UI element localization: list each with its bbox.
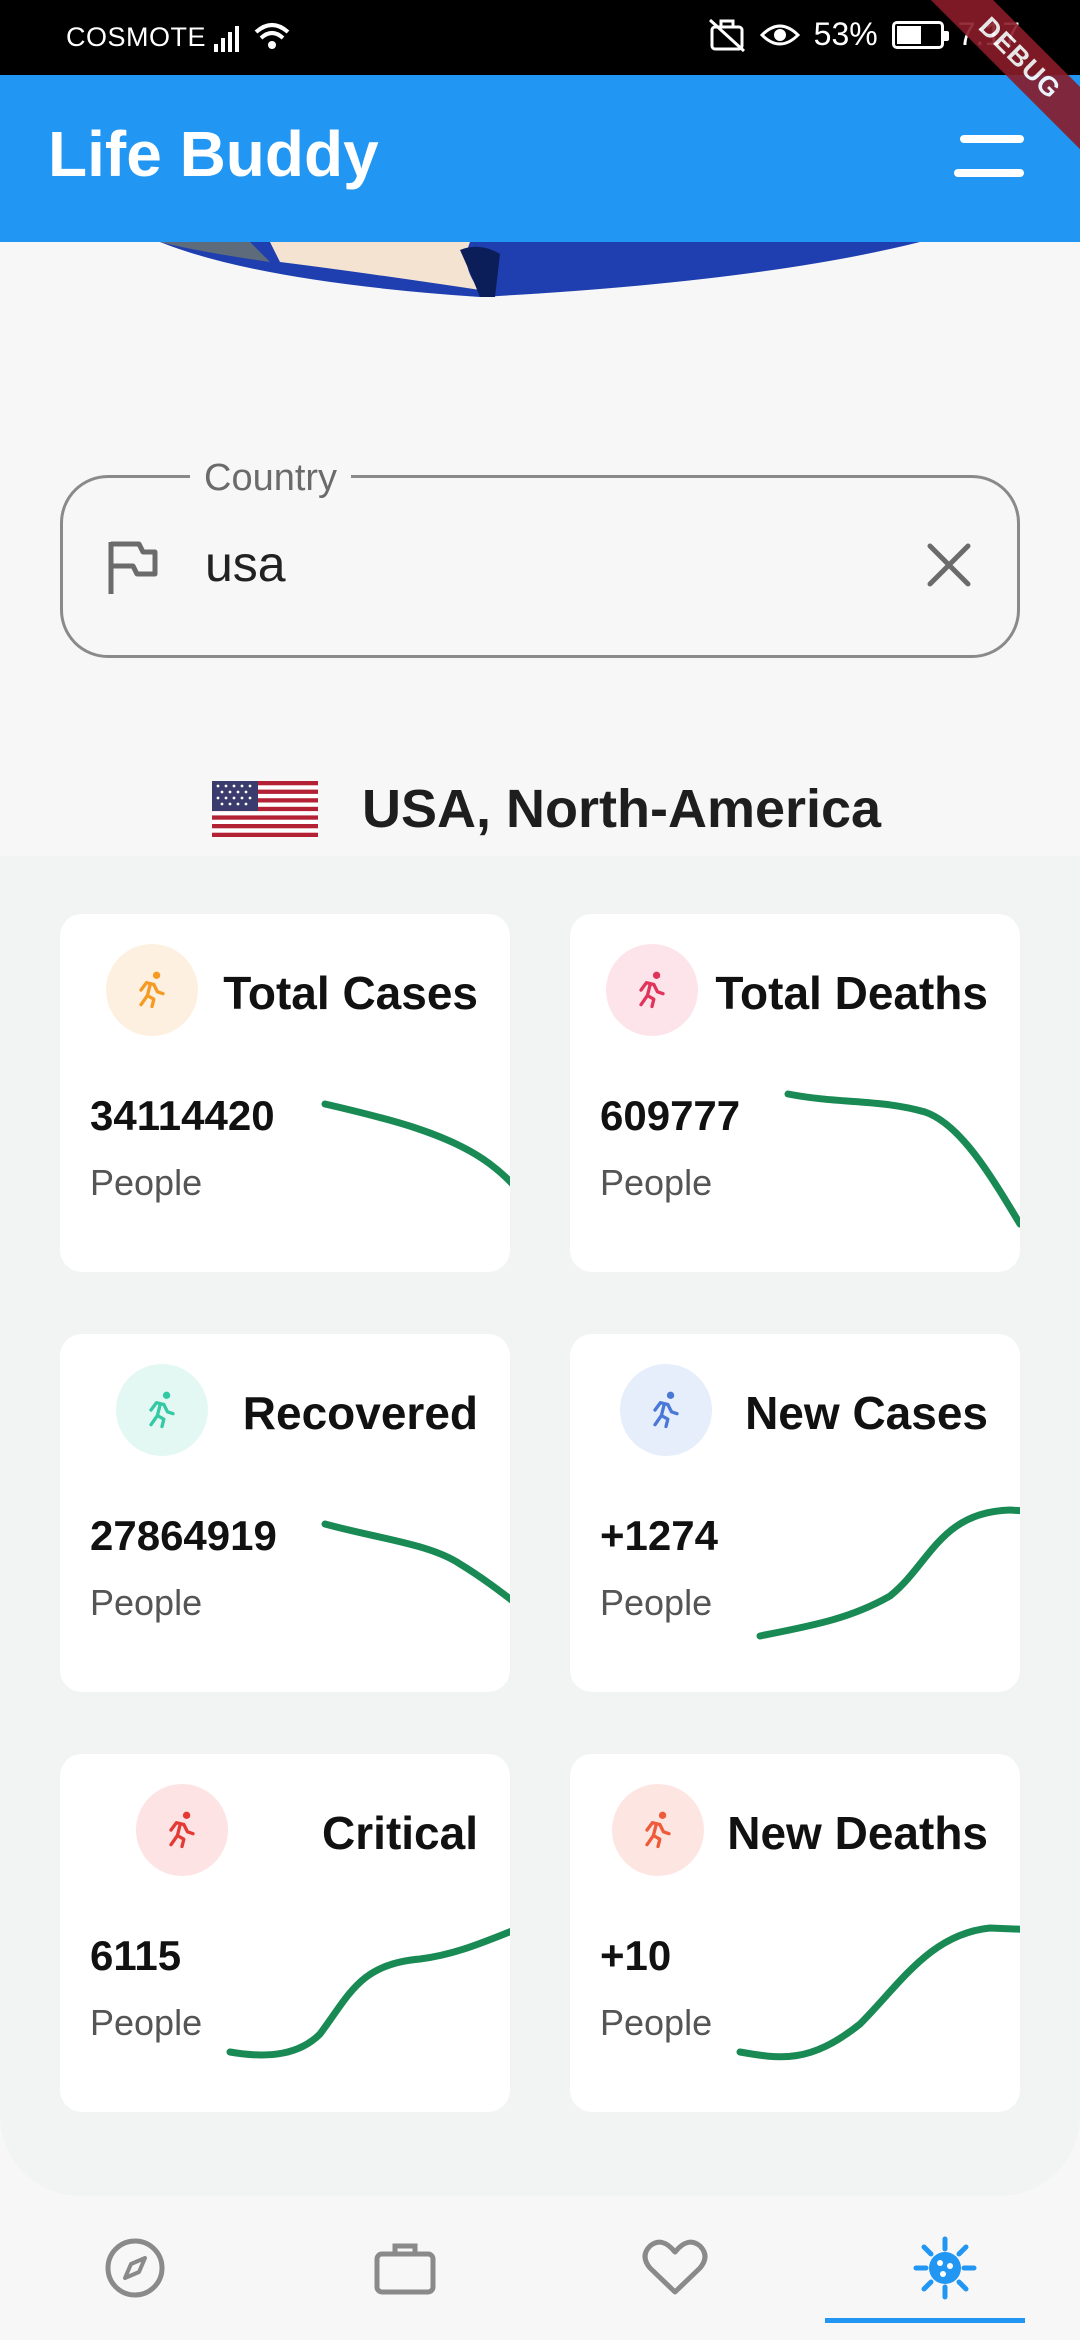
- eye-icon: [759, 24, 800, 45]
- stat-card[interactable]: Critical 6115 People: [60, 1754, 510, 2112]
- battery-icon: [891, 20, 949, 49]
- hero-illustration: [160, 242, 920, 297]
- stat-card[interactable]: New Deaths +10 People: [570, 1754, 1020, 2112]
- heart-icon: [642, 2239, 708, 2295]
- carrier-name: COSMOTE: [66, 22, 207, 52]
- stat-card[interactable]: Total Cases 34114420 People: [60, 914, 510, 1272]
- stat-card[interactable]: New Cases +1274 People: [570, 1334, 1020, 1692]
- app-bar: Life Buddy: [0, 75, 1080, 242]
- nav-explore[interactable]: [0, 2196, 270, 2340]
- trend-sparkline: [321, 1100, 510, 1187]
- country-input[interactable]: usa: [205, 535, 286, 593]
- flag-icon: [108, 541, 158, 594]
- app-title: Life Buddy: [48, 118, 379, 190]
- country-field[interactable]: [60, 475, 1020, 658]
- country-heading: USA, North-America: [212, 778, 881, 840]
- country-name: USA, North-America: [362, 779, 882, 839]
- us-flag-icon: [212, 781, 318, 837]
- briefcase-icon: [374, 2243, 436, 2295]
- country-field-label: Country: [190, 457, 352, 500]
- stats-panel: Total Cases 34114420 People Total Deaths 609…: [0, 856, 1080, 2196]
- trend-sparkline: [321, 1520, 510, 1604]
- trend-sparkline: [736, 1924, 1020, 2061]
- nav-work[interactable]: [270, 2196, 540, 2340]
- battery-percent: 53%: [813, 16, 878, 52]
- stat-card[interactable]: Recovered 27864919 People: [60, 1334, 510, 1692]
- menu-icon[interactable]: [952, 135, 1024, 185]
- nav-active-indicator: [825, 2318, 1025, 2323]
- nav-health[interactable]: [540, 2196, 810, 2340]
- virus-icon: [913, 2236, 977, 2300]
- no-work-icon: [708, 18, 745, 52]
- close-icon[interactable]: [924, 540, 974, 590]
- compass-icon: [105, 2238, 165, 2298]
- signal-wifi-icon: [214, 23, 290, 52]
- stat-card[interactable]: Total Deaths 609777 People: [570, 914, 1020, 1272]
- trend-sparkline: [784, 1090, 1020, 1228]
- status-bar: COSMOTE 53% 7:17: [0, 0, 1080, 75]
- trend-sparkline: [756, 1506, 1020, 1640]
- trend-sparkline: [226, 1927, 510, 2059]
